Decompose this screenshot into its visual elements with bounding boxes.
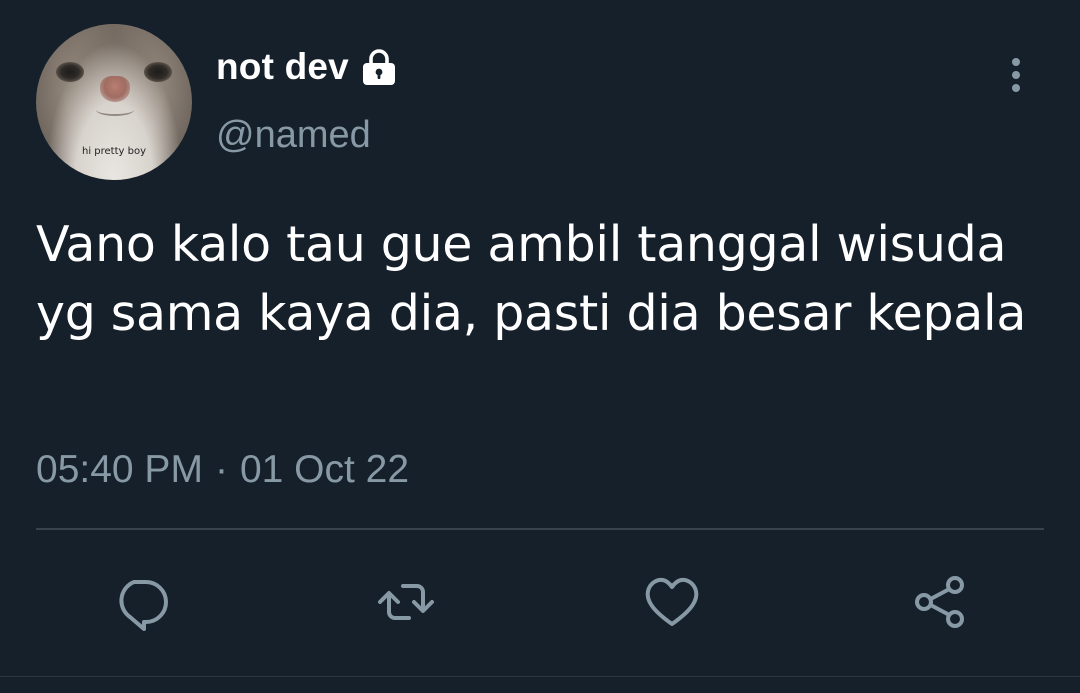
tweet-detail: hi pretty boy not dev @named Vano kalo t… [0, 0, 1080, 693]
tweet-timestamp: 05:40 PM · 01 Oct 22 [36, 448, 409, 492]
avatar-right-eye [144, 62, 172, 82]
user-handle[interactable]: @named [216, 114, 371, 157]
share-button[interactable] [908, 570, 972, 634]
retweet-button[interactable] [374, 570, 438, 634]
bottom-divider [0, 676, 1080, 677]
reply-button[interactable] [108, 570, 172, 634]
display-name[interactable]: not dev [216, 46, 349, 88]
reply-icon [119, 580, 168, 631]
share-icon [915, 576, 964, 628]
avatar-mouth [96, 104, 134, 116]
retweet-icon [378, 584, 434, 620]
timestamp-separator: · [214, 448, 228, 491]
heart-icon [645, 577, 699, 626]
name-row: not dev [216, 45, 399, 89]
avatar-left-eye [56, 62, 84, 82]
tweet-time: 05:40 PM [36, 448, 203, 491]
lock-icon [362, 49, 395, 85]
avatar[interactable]: hi pretty boy [36, 24, 192, 180]
tweet-date: 01 Oct 22 [239, 448, 410, 491]
divider [36, 528, 1044, 530]
like-button[interactable] [640, 570, 704, 634]
more-vertical-icon[interactable] [1004, 56, 1028, 96]
avatar-nose [100, 76, 130, 102]
tweet-text: Vano kalo tau gue ambil tanggal wisuda y… [36, 216, 1027, 342]
avatar-caption: hi pretty boy [81, 146, 146, 157]
